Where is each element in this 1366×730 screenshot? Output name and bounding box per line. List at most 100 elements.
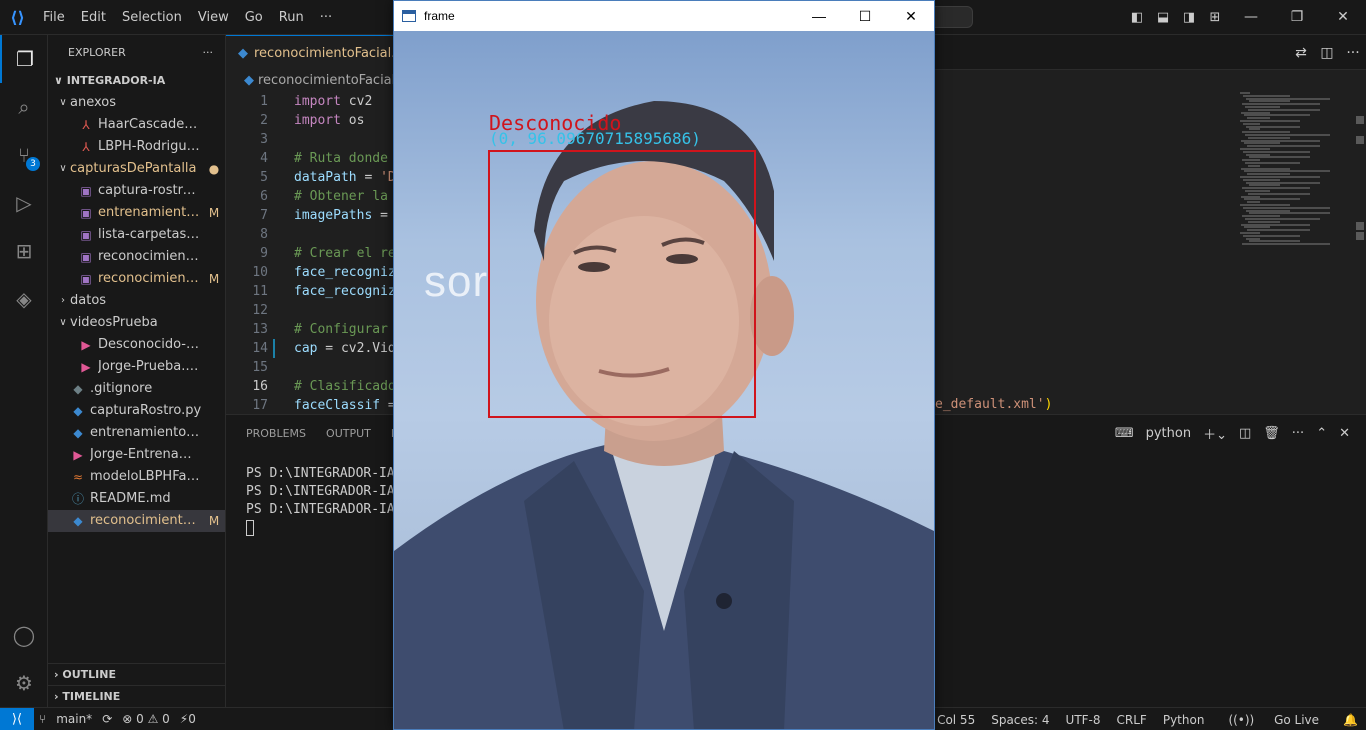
encoding[interactable]: UTF-8 (1058, 713, 1109, 727)
git-branch[interactable]: main* (51, 712, 97, 726)
menu-go[interactable]: Go (237, 0, 271, 35)
split-editor-icon[interactable]: ◫ (1314, 45, 1340, 61)
source-control-icon[interactable]: ⑂ 3 (0, 131, 48, 179)
menu-edit[interactable]: Edit (73, 0, 114, 35)
restore-icon[interactable]: ❐ (1274, 0, 1320, 35)
indentation[interactable]: Spaces: 4 (983, 713, 1057, 727)
minimap-line (1248, 192, 1310, 195)
terminal-name[interactable]: python (1140, 426, 1197, 441)
code-token: # Configurar (294, 322, 388, 337)
minimap[interactable] (1236, 92, 1354, 252)
close-icon[interactable]: ✕ (1320, 0, 1366, 35)
frame-minimize-icon[interactable]: — (796, 1, 842, 31)
tree-item[interactable]: ◆ .gitignore (48, 378, 225, 400)
minimap-line (1243, 178, 1280, 181)
tree-item[interactable]: ⓘ README.md (48, 488, 225, 510)
new-terminal-icon[interactable]: ＋⌄ (1197, 424, 1233, 443)
tab-output[interactable]: OUTPUT (316, 427, 381, 440)
trash-icon[interactable]: 🗑 (1257, 426, 1286, 441)
extensions-icon[interactable]: ⊞ (0, 227, 48, 275)
tree-item[interactable]: ∨ anexos (48, 92, 225, 114)
code-text: import os (294, 111, 364, 130)
tree-item[interactable]: ▣ reconocimiento-desc... (48, 246, 225, 268)
line-number: 16 (252, 379, 268, 394)
code-token: # Ruta donde (294, 151, 388, 166)
search-icon[interactable]: ⌕ (0, 83, 48, 131)
video-icon: ▶ (73, 448, 83, 462)
tree-item[interactable]: ◆ capturaRostro.py (48, 400, 225, 422)
explorer-more-button[interactable]: ··· (203, 46, 214, 59)
tree-item[interactable]: ◆ entrenamientoLBPH.py (48, 422, 225, 444)
tree-item[interactable]: ▣ captura-rostro.jpg (48, 180, 225, 202)
terminal[interactable]: PS D:\INTEGRADOR-IA> PS D:\INTEGRADOR-IA… (246, 465, 403, 537)
git-status: ● (208, 162, 220, 176)
toggle-secondary-sidebar-icon[interactable]: ◨ (1176, 10, 1202, 25)
frame-maximize-icon[interactable]: ☐ (842, 1, 888, 31)
tree-item[interactable]: ▶ Jorge-Entrenamiento.... (48, 444, 225, 466)
more-actions-icon[interactable]: ··· (1340, 45, 1366, 61)
image-icon: ▣ (80, 206, 92, 220)
tree-item[interactable]: ∨ capturasDePantalla ● (48, 158, 225, 180)
frame-title-bar[interactable]: frame — ☐ ✕ (394, 1, 934, 31)
tab-problems[interactable]: PROBLEMS (236, 427, 316, 440)
explorer-icon[interactable]: ❐ (0, 35, 48, 83)
tree-item[interactable]: ▣ reconocimiento... M (48, 268, 225, 290)
menu-more[interactable]: ··· (312, 0, 340, 35)
tree-item[interactable]: ▶ Desconocido-Prueba.... (48, 334, 225, 356)
compare-changes-icon[interactable]: ⇄ (1288, 45, 1314, 61)
tree-item[interactable]: ▣ entrenamiento.j... M (48, 202, 225, 224)
settings-gear-icon[interactable]: ⚙ (0, 659, 48, 707)
line-number: 2 (260, 113, 268, 128)
account-icon[interactable]: ◯ (0, 611, 48, 659)
minimap-line (1242, 159, 1260, 162)
menu-run[interactable]: Run (271, 0, 312, 35)
window-icon (402, 10, 416, 22)
tree-item[interactable]: › datos (48, 290, 225, 312)
problems-status[interactable]: ⊗ 0 ⚠ 0 (117, 712, 175, 726)
docker-icon[interactable]: ◈ (0, 275, 48, 323)
more-actions-icon[interactable]: ··· (1286, 426, 1310, 441)
close-panel-icon[interactable]: ✕ (1333, 426, 1356, 441)
workspace-root[interactable]: ∨ INTEGRADOR-IA (48, 70, 225, 92)
menu-file[interactable]: File (35, 0, 73, 35)
customize-layout-icon[interactable]: ⊞ (1202, 10, 1228, 25)
tree-item[interactable]: ⅄ HaarCascades-Rodrig... (48, 114, 225, 136)
tree-item[interactable]: ▶ Jorge-Prueba.mp4 (48, 356, 225, 378)
editor-scrollbar[interactable] (1354, 92, 1366, 414)
frame-close-icon[interactable]: ✕ (888, 1, 934, 31)
tree-item-label: Jorge-Entrenamiento.... (90, 447, 203, 462)
toggle-sidebar-icon[interactable]: ◧ (1124, 10, 1150, 25)
menu-view[interactable]: View (190, 0, 237, 35)
code-token: # Obtener la (294, 189, 388, 204)
tree-item[interactable]: ⅄ LBPH-RodriguezJorge... (48, 136, 225, 158)
ports-status[interactable]: ⚡0 (175, 712, 201, 726)
maximize-panel-icon[interactable]: ⌃ (1310, 426, 1333, 441)
minimap-line (1240, 148, 1270, 150)
run-debug-icon[interactable]: ▷ (0, 179, 48, 227)
go-live-button[interactable]: ((•)) Go Live (1212, 713, 1335, 727)
outline-section[interactable]: › OUTLINE (48, 663, 226, 685)
command-center-search[interactable] (935, 6, 973, 28)
frame-window[interactable]: frame — ☐ ✕ sor Desconocido (0, 96.09670… (393, 0, 935, 730)
tab-reconocimiento-facial[interactable]: ◆ reconocimientoFacial.py (226, 35, 396, 70)
tree-item[interactable]: ◆ reconocimientoF... M (48, 510, 225, 532)
minimap-line (1243, 94, 1290, 97)
end-of-line[interactable]: CRLF (1109, 713, 1155, 727)
minimize-icon[interactable]: — (1228, 0, 1274, 35)
notifications-bell-icon[interactable]: 🔔 (1335, 713, 1366, 727)
toggle-panel-icon[interactable]: ⬓ (1150, 10, 1176, 25)
git-status: M (208, 514, 220, 528)
language-mode[interactable]: Python (1155, 713, 1213, 727)
terminal-line: PS D:\INTEGRADOR-IA> (246, 466, 403, 481)
menu-selection[interactable]: Selection (114, 0, 190, 35)
remote-icon[interactable]: ⟩⟨ (0, 707, 34, 730)
chevron-icon: ∨ (59, 317, 67, 328)
tree-item[interactable]: ≈ modeloLBPHFace.xml (48, 466, 225, 488)
tree-item[interactable]: ∨ videosPrueba (48, 312, 225, 334)
minimap-line (1248, 136, 1290, 139)
sync-icon[interactable]: ⟳ (97, 712, 117, 726)
tree-item[interactable]: ▣ lista-carpetas-archivo... (48, 224, 225, 246)
code-text: face_recogniz (294, 282, 396, 301)
timeline-section[interactable]: › TIMELINE (48, 685, 226, 707)
split-terminal-icon[interactable]: ◫ (1233, 426, 1257, 441)
